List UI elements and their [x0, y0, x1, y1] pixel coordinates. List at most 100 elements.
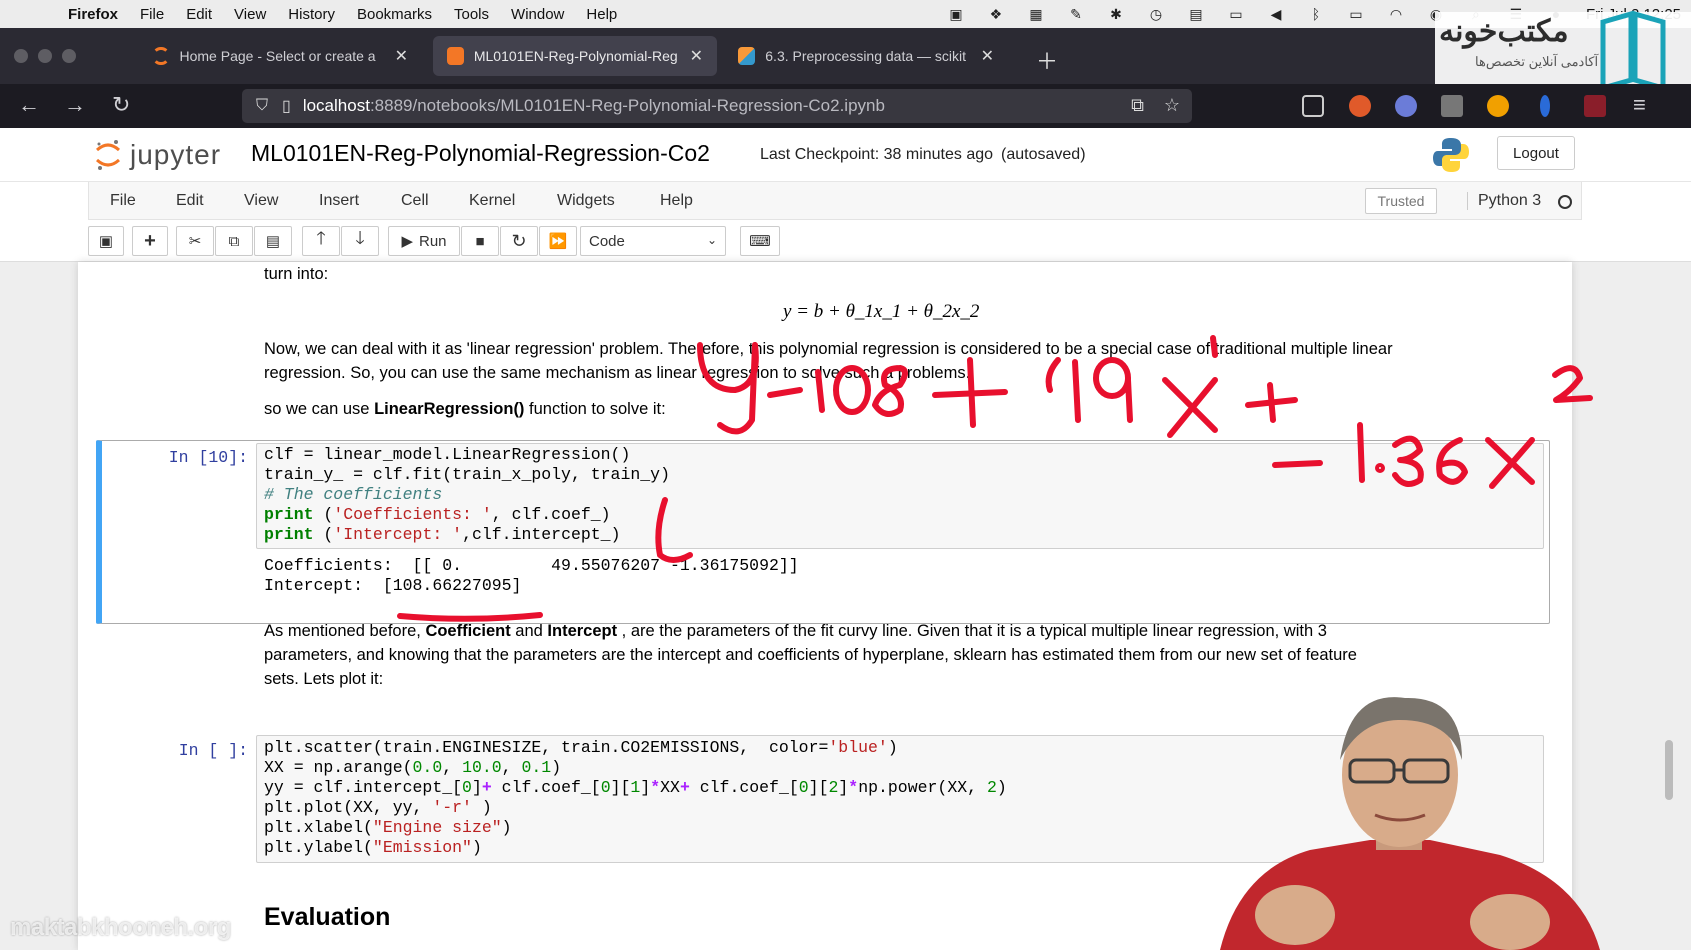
menubar-bookmarks[interactable]: Bookmarks [357, 6, 432, 23]
dropbox-icon[interactable]: ❖ [986, 6, 1006, 22]
run-button[interactable]: ▶ Run [388, 226, 460, 256]
markdown-paragraph: Now, we can deal with it as 'linear regr… [264, 337, 1393, 385]
new-tab-button[interactable]: ＋ [1036, 44, 1058, 76]
markdown-text: As mentioned before, [264, 622, 426, 640]
equation: y = b + θ_1x_1 + θ_2x_2 [783, 301, 980, 322]
flag-icon[interactable]: ▭ [1226, 6, 1246, 22]
tab-home-page[interactable]: Home Page - Select or create a ✕ [138, 36, 422, 76]
url-bar[interactable]: ⛉ ▯ localhost:8889/notebooks/ML0101EN-Re… [242, 89, 1192, 123]
jupyter-tab-icon [152, 47, 170, 65]
window-minimize-button[interactable] [38, 49, 52, 63]
page-info-icon[interactable]: ▯ [282, 96, 291, 116]
menubar-help[interactable]: Help [586, 6, 617, 23]
markdown-paragraph: so we can use LinearRegression() functio… [264, 397, 666, 421]
hamburger-menu-icon[interactable]: ≡ [1633, 92, 1646, 118]
time-machine-icon[interactable]: ◷ [1146, 6, 1166, 22]
kernel-name[interactable]: Python 3 [1467, 192, 1541, 210]
extension-notes-icon[interactable] [1441, 95, 1463, 117]
window-manager-icon[interactable]: ▦ [1026, 6, 1046, 22]
move-up-arrow-icon[interactable]: 🡑 [302, 226, 340, 256]
page-scrollbar[interactable] [1664, 262, 1674, 950]
save-icon[interactable]: ▣ [88, 226, 124, 256]
extension-blue-icon[interactable] [1540, 95, 1550, 117]
keyboard-icon[interactable]: ⌨ [740, 226, 780, 256]
tab-close-icon[interactable]: ✕ [690, 46, 703, 66]
scrollbar-thumb[interactable] [1665, 740, 1673, 800]
markdown-line: sets. Lets plot it: [264, 670, 384, 688]
forward-arrow-icon[interactable]: → [64, 92, 86, 118]
menubar-tools[interactable]: Tools [454, 6, 489, 23]
menubar-window[interactable]: Window [511, 6, 564, 23]
stop-square-icon[interactable]: ■ [461, 226, 499, 256]
cell-type-select[interactable]: Code ⌄ [580, 226, 726, 256]
tab-close-icon[interactable]: ✕ [981, 46, 994, 66]
memory-icon[interactable]: ▤ [1186, 6, 1206, 22]
menubar-history[interactable]: History [288, 6, 335, 23]
code-editor[interactable]: clf = linear_model.LinearRegression() tr… [264, 445, 670, 545]
logout-button[interactable]: Logout [1497, 136, 1575, 170]
extension-fox-icon[interactable] [1349, 95, 1371, 117]
screen-record-icon[interactable]: ▣ [946, 6, 966, 22]
jmenu-view[interactable]: View [244, 192, 278, 210]
extension-orange-icon[interactable] [1487, 95, 1509, 117]
extension-globe-icon[interactable] [1395, 95, 1417, 117]
restart-icon[interactable]: ↻ [500, 226, 538, 256]
battery-icon[interactable]: ▭ [1346, 6, 1366, 22]
pen-tablet-icon[interactable]: ✎ [1066, 6, 1086, 22]
jmenu-kernel[interactable]: Kernel [469, 192, 515, 210]
pocket-icon[interactable] [1302, 95, 1324, 117]
window-zoom-button[interactable] [62, 49, 76, 63]
tab-notebook[interactable]: ML0101EN-Reg-Polynomial-Reg ✕ [433, 36, 717, 76]
jmenu-cell[interactable]: Cell [401, 192, 429, 210]
code-editor[interactable]: plt.scatter(train.ENGINESIZE, train.CO2E… [264, 738, 1007, 858]
jupyter-header: jupyter ML0101EN-Reg-Polynomial-Regressi… [0, 128, 1691, 182]
fast-forward-icon[interactable]: ⏩ [539, 226, 577, 256]
markdown-bold: LinearRegression() [374, 400, 525, 418]
markdown-text: and [510, 622, 548, 640]
watermark: maktabkhooneh.org [10, 914, 231, 941]
menubar-edit[interactable]: Edit [186, 6, 212, 23]
extension-red-icon[interactable] [1584, 95, 1606, 117]
notebook-title[interactable]: ML0101EN-Reg-Polynomial-Regression-Co2 [251, 140, 710, 167]
tab-close-icon[interactable]: ✕ [395, 46, 408, 66]
menubar-view[interactable]: View [234, 6, 266, 23]
shield-icon[interactable]: ⛉ [256, 97, 268, 115]
url-host: localhost [302, 96, 370, 115]
browser-nav-bar: ← → ↻ ⛉ ▯ localhost:8889/notebooks/ML010… [0, 84, 1691, 128]
pin-icon[interactable]: ✱ [1106, 6, 1126, 22]
jupyter-menubar: File Edit View Insert Cell Kernel Widget… [88, 182, 1582, 220]
markdown-bold: Coefficient [425, 622, 511, 640]
screenshot-extension-icon[interactable]: ⧉ [1131, 95, 1144, 116]
reload-icon[interactable]: ↻ [112, 92, 130, 118]
input-prompt: In [ ]: [178, 741, 248, 760]
markdown-text: so we can use [264, 400, 375, 418]
brand-tagline: آکادمی آنلاین تخصص‌ها [1475, 54, 1599, 69]
jmenu-help[interactable]: Help [660, 192, 693, 210]
cell-output-line: Coefficients: [[ 0. 49.55076207 -1.36175… [264, 556, 799, 575]
jmenu-edit[interactable]: Edit [176, 192, 204, 210]
volume-icon[interactable]: ◀ [1266, 6, 1286, 22]
jmenu-insert[interactable]: Insert [319, 192, 359, 210]
copy-icon[interactable]: ⧉ [215, 226, 253, 256]
jmenu-widgets[interactable]: Widgets [557, 192, 615, 210]
section-heading: Evaluation [264, 903, 391, 931]
wifi-icon[interactable]: ◠ [1386, 6, 1406, 22]
menubar-app-name[interactable]: Firefox [68, 6, 118, 23]
tab-sklearn-preprocessing[interactable]: 6.3. Preprocessing data — scikit ✕ [724, 36, 1008, 76]
trusted-indicator[interactable]: Trusted [1365, 188, 1437, 214]
jmenu-file[interactable]: File [110, 192, 136, 210]
tab-title: Home Page - Select or create a [179, 48, 376, 64]
move-down-arrow-icon[interactable]: 🡓 [341, 226, 379, 256]
jupyter-logo[interactable]: jupyter [94, 138, 221, 172]
bookmark-star-icon[interactable]: ☆ [1164, 95, 1180, 116]
paste-icon[interactable]: ▤ [254, 226, 292, 256]
menubar-file[interactable]: File [140, 6, 164, 23]
bluetooth-icon[interactable]: ᛒ [1306, 6, 1326, 22]
window-close-button[interactable] [14, 49, 28, 63]
markdown-line: regression. So, you can use the same mec… [264, 364, 971, 382]
cut-scissors-icon[interactable]: ✂ [176, 226, 214, 256]
run-label: Run [419, 232, 447, 250]
insert-cell-plus-icon[interactable]: + [132, 226, 168, 256]
back-arrow-icon[interactable]: ← [18, 92, 40, 118]
input-prompt: In [10]: [168, 448, 248, 467]
